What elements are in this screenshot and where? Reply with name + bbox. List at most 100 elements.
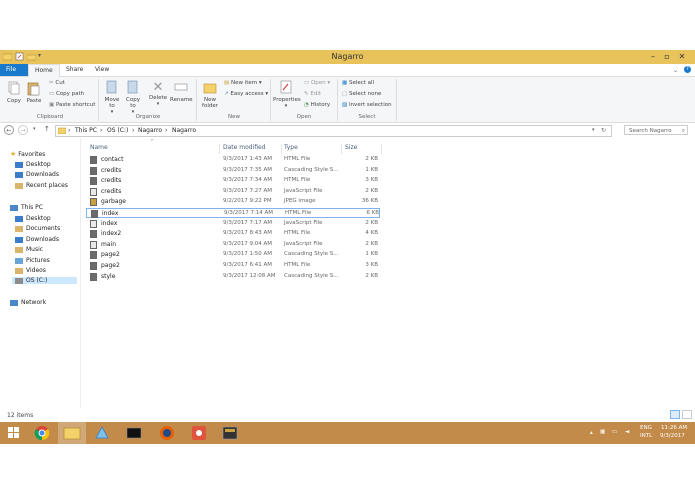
cut-button[interactable]: ✂ Cut (49, 80, 65, 86)
new-folder-button[interactable]: New folder (200, 80, 220, 109)
delete-button[interactable]: ✕ Delete ▾ (148, 80, 168, 107)
select-all-button[interactable]: ▦ Select all (342, 80, 374, 86)
column-header-size[interactable]: Size (345, 144, 357, 151)
maximize-button[interactable]: ▫ (660, 52, 674, 62)
move-to-button[interactable]: Move to ▾ (103, 80, 121, 115)
chrome-taskbar-button[interactable] (28, 422, 56, 444)
file-size: 2 KB (365, 156, 378, 162)
file-row[interactable]: credits 9/3/2017 7:27 AM JavaScript File 2 … (86, 187, 380, 197)
file-row[interactable]: page2 9/3/2017 6:41 AM HTML File 3 KB (86, 261, 380, 271)
column-divider[interactable] (341, 144, 342, 154)
nav-pc-documents[interactable]: Documents (15, 225, 60, 232)
chevron-down-icon[interactable]: ▾ (592, 127, 595, 133)
terminal-taskbar-button[interactable] (120, 422, 148, 444)
help-icon[interactable]: ? (684, 66, 691, 73)
paste-button[interactable]: Paste (25, 81, 43, 104)
column-header-type[interactable]: Type (284, 144, 298, 151)
paste-shortcut-button[interactable]: ▣ Paste shortcut (49, 102, 95, 108)
downloads-icon (15, 236, 23, 243)
network-tray-icon[interactable]: ▦ (600, 429, 605, 435)
firefox-taskbar-button[interactable] (153, 422, 181, 444)
nav-fav-downloads[interactable]: Downloads (15, 171, 59, 178)
app-taskbar-button[interactable] (88, 422, 116, 444)
file-row[interactable]: main 9/3/2017 9:04 AM JavaScript File 2 KB (86, 240, 380, 250)
easy-access-button[interactable]: ↗ Easy access ▾ (224, 91, 268, 97)
new-item-button[interactable]: ▤ New item ▾ (224, 80, 262, 86)
file-row[interactable]: contact 9/3/2017 1:43 AM HTML File 2 KB (86, 155, 380, 165)
file-row[interactable]: style 9/3/2017 12:08 AM Cascading Style S.… (86, 272, 380, 282)
edit-button[interactable]: ✎ Edit (304, 91, 321, 97)
file-date: 9/3/2017 7:35 AM (223, 166, 273, 173)
nav-pc-downloads[interactable]: Downloads (15, 236, 59, 243)
file-type: JavaScript File (284, 219, 323, 226)
start-button[interactable] (0, 422, 28, 444)
clock-time[interactable]: 11:26 AM (661, 425, 687, 431)
file-row[interactable]: credits 9/3/2017 7:35 AM Cascading Style S… (86, 166, 380, 176)
nav-pc-pictures[interactable]: Pictures (15, 257, 50, 264)
tab-file[interactable]: File (0, 64, 28, 76)
nav-pc-os-c[interactable]: OS (C:) (12, 277, 77, 284)
copy-button[interactable]: Copy (6, 81, 22, 104)
forward-button[interactable]: → (18, 125, 28, 135)
properties-button[interactable]: Properties ▾ (273, 80, 301, 109)
column-divider[interactable] (281, 144, 282, 154)
tab-home[interactable]: Home (28, 64, 60, 77)
column-divider[interactable] (219, 144, 220, 154)
close-button[interactable]: ✕ (675, 52, 689, 62)
file-row[interactable]: index 9/3/2017 7:14 AM HTML File 6 KB (86, 208, 380, 218)
breadcrumb-nagarro[interactable]: Nagarro (172, 127, 196, 134)
column-divider[interactable] (381, 144, 382, 154)
nav-fav-recent-places[interactable]: Recent places (15, 182, 68, 189)
tab-view[interactable]: View (89, 64, 115, 76)
recent-locations-button[interactable]: ▾ (33, 126, 36, 132)
nav-this-pc[interactable]: This PC (10, 204, 43, 211)
tab-share[interactable]: Share (60, 64, 89, 76)
file-size: 36 KB (361, 198, 378, 205)
history-button[interactable]: ◔ History (304, 102, 330, 108)
breadcrumb-os-c[interactable]: OS (C:) (107, 127, 128, 134)
input-region[interactable]: INTL (640, 433, 652, 439)
volume-icon[interactable]: ◄ (625, 429, 629, 435)
chevron-down-icon: ▾ (110, 109, 114, 115)
nav-network[interactable]: Network (10, 299, 46, 306)
app-taskbar-button[interactable] (216, 422, 244, 444)
copy-path-button[interactable]: ▭ Copy path (49, 91, 84, 97)
open-icon: ▭ (304, 80, 310, 86)
large-icons-view-button[interactable] (682, 410, 692, 419)
chevron-up-icon[interactable]: ▴ (590, 430, 593, 436)
breadcrumb-this-pc[interactable]: This PC (75, 127, 97, 134)
file-size: 2 KB (365, 240, 378, 247)
address-bar[interactable]: › This PC › OS (C:) › Nagarro › Nagarro … (55, 125, 612, 137)
up-button[interactable]: ↑ (44, 125, 50, 133)
select-none-button[interactable]: ▢ Select none (342, 91, 381, 97)
app-taskbar-button[interactable] (185, 422, 213, 444)
breadcrumb-nagarro-parent[interactable]: Nagarro (138, 127, 162, 134)
nav-pc-pictures-label: Pictures (26, 257, 50, 264)
input-language[interactable]: ENG (640, 425, 652, 431)
minimize-button[interactable]: – (646, 52, 660, 62)
nav-pc-music[interactable]: Music (15, 246, 43, 253)
file-row[interactable]: index 9/3/2017 7:17 AM JavaScript File 2 KB (86, 219, 380, 229)
open-button[interactable]: ▭ Open ▾ (304, 80, 330, 86)
file-row[interactable]: credits 9/3/2017 7:34 AM HTML File 3 KB (86, 176, 380, 186)
nav-pc-videos[interactable]: Videos (15, 267, 46, 274)
file-explorer-taskbar-button[interactable] (58, 422, 86, 444)
file-row[interactable]: page2 9/3/2017 1:50 AM Cascading Style S..… (86, 250, 380, 260)
rename-button[interactable]: Rename (170, 80, 193, 103)
file-row[interactable]: index2 9/3/2017 8:43 AM HTML File 4 KB (86, 229, 380, 239)
refresh-icon[interactable]: ↻ (601, 127, 606, 134)
chevron-down-icon[interactable]: ⌄ (673, 67, 678, 74)
file-row[interactable]: garbage 9/2/2017 9:22 PM JPEG image 36 KB (86, 197, 380, 207)
column-header-name[interactable]: Name (90, 144, 108, 151)
column-header-date[interactable]: Date modified (223, 144, 266, 151)
nav-fav-desktop[interactable]: Desktop (15, 161, 51, 168)
back-button[interactable]: ← (4, 125, 14, 135)
copy-to-button[interactable]: Copy to ▾ (124, 80, 142, 115)
details-view-button[interactable] (670, 410, 680, 419)
clock-date[interactable]: 9/3/2017 (660, 433, 685, 439)
invert-selection-button[interactable]: ▨ Invert selection (342, 102, 392, 108)
search-input[interactable]: Search Nagarro ⌕ (624, 125, 688, 135)
battery-icon[interactable]: ▭ (612, 429, 617, 435)
nav-favorites[interactable]: ★ Favorites (10, 150, 45, 158)
nav-pc-desktop[interactable]: Desktop (15, 215, 51, 222)
